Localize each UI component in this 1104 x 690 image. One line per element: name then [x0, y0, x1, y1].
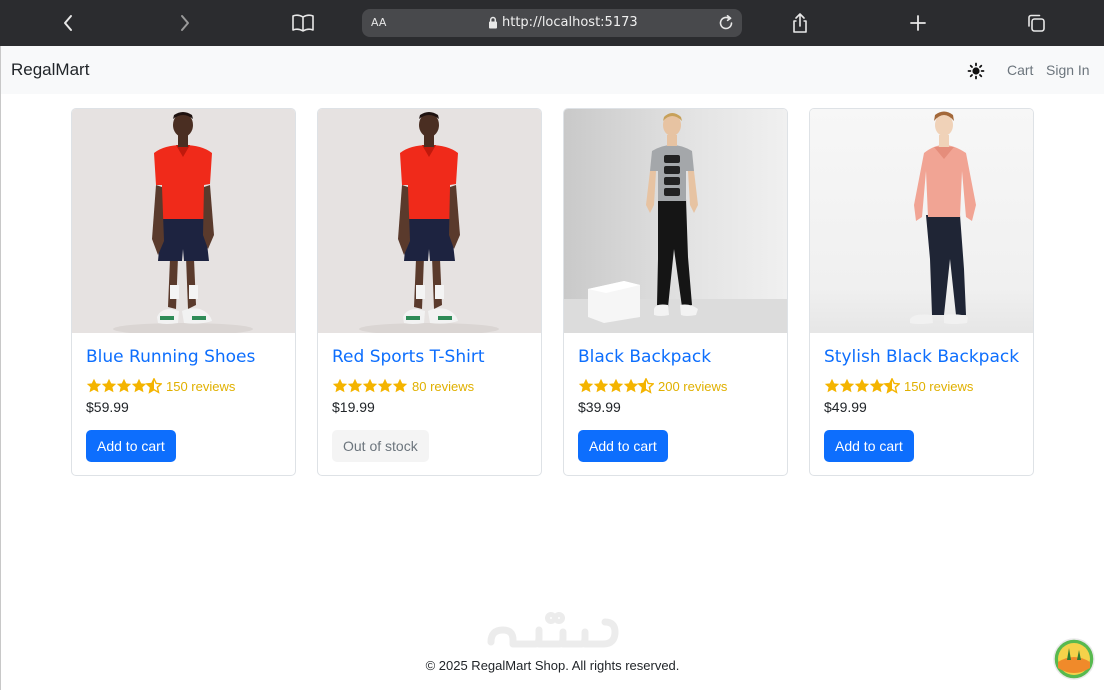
product-card: Black Backpack 200 reviews $39.99 Add to — [563, 108, 788, 476]
product-title[interactable]: Blue Running Shoes — [86, 347, 255, 367]
product-rating: 150 reviews — [86, 377, 235, 395]
product-rating: 200 reviews — [578, 377, 727, 395]
rating-stars-icon — [332, 378, 408, 394]
product-rating: 80 reviews — [332, 377, 474, 395]
brand-logo[interactable]: RegalMart — [11, 60, 89, 80]
review-count[interactable]: 150 reviews — [904, 379, 973, 394]
page-viewport: RegalMart Cart Sign In Blue Running Shoe… — [0, 46, 1104, 690]
theme-toggle-icon[interactable] — [967, 62, 985, 80]
product-price: $49.99 — [824, 399, 867, 415]
product-image[interactable] — [318, 109, 541, 335]
browser-toolbar: AA http://localhost:5173 — [0, 0, 1104, 46]
rating-stars-icon — [824, 378, 900, 394]
back-icon[interactable] — [53, 8, 83, 38]
watermark-logo — [483, 608, 623, 659]
product-price: $39.99 — [578, 399, 621, 415]
review-count[interactable]: 200 reviews — [658, 379, 727, 394]
new-tab-icon[interactable] — [903, 8, 933, 38]
out-of-stock-button[interactable]: Out of stock — [332, 430, 429, 462]
review-count[interactable]: 80 reviews — [412, 379, 474, 394]
tabs-icon[interactable] — [1021, 8, 1051, 38]
review-count[interactable]: 150 reviews — [166, 379, 235, 394]
product-rating: 150 reviews — [824, 377, 973, 395]
share-icon[interactable] — [785, 8, 815, 38]
product-image[interactable] — [72, 109, 295, 335]
lock-icon — [488, 16, 498, 34]
product-image[interactable] — [810, 109, 1033, 333]
product-title[interactable]: Black Backpack — [578, 347, 711, 367]
product-price: $19.99 — [332, 399, 375, 415]
add-to-cart-button[interactable]: Add to cart — [824, 430, 914, 462]
rating-stars-icon — [578, 378, 654, 394]
nav-cart-link[interactable]: Cart — [1007, 62, 1033, 78]
nav-signin-link[interactable]: Sign In — [1046, 62, 1090, 78]
text-size-button[interactable]: AA — [371, 16, 386, 29]
product-title[interactable]: Stylish Black Backpack — [824, 347, 1019, 367]
product-card: Blue Running Shoes 150 reviews $59.99 Ad… — [71, 108, 296, 476]
footer-copyright: © 2025 RegalMart Shop. All rights reserv… — [425, 658, 680, 673]
add-to-cart-button[interactable]: Add to cart — [578, 430, 668, 462]
address-bar[interactable]: AA http://localhost:5173 — [362, 9, 742, 37]
forward-icon[interactable] — [170, 8, 200, 38]
product-card: Red Sports T-Shirt 80 reviews $19.99 Out… — [317, 108, 542, 476]
product-image[interactable] — [564, 109, 787, 333]
product-title[interactable]: Red Sports T-Shirt — [332, 347, 485, 367]
navbar: RegalMart Cart Sign In — [1, 46, 1104, 94]
rating-stars-icon — [86, 378, 162, 394]
product-card: Stylish Black Backpack 150 reviews $49.9… — [809, 108, 1034, 476]
reload-icon[interactable] — [717, 14, 735, 37]
floating-badge[interactable] — [1053, 638, 1095, 680]
url-text: http://localhost:5173 — [502, 15, 638, 30]
bookmarks-icon[interactable] — [288, 8, 318, 38]
add-to-cart-button[interactable]: Add to cart — [86, 430, 176, 462]
product-price: $59.99 — [86, 399, 129, 415]
